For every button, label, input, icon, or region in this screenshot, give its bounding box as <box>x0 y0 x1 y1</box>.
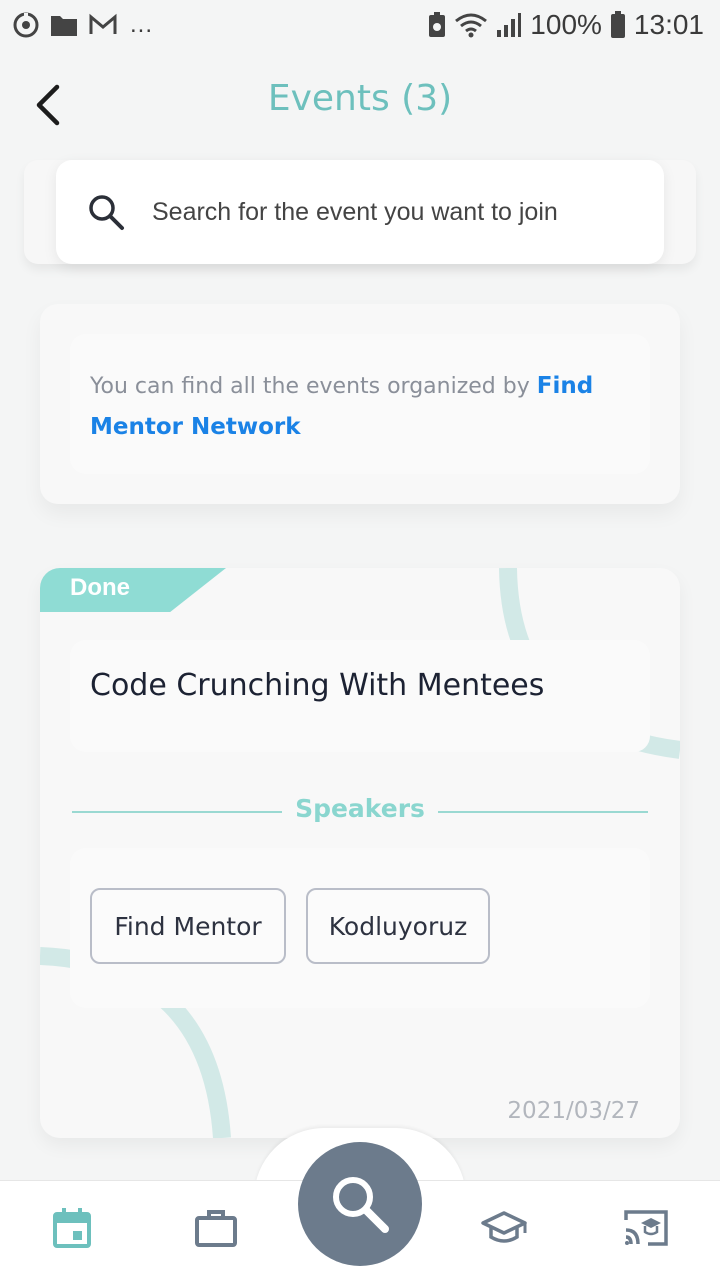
graduation-cap-icon <box>481 1211 527 1243</box>
calendar-icon <box>53 1208 91 1248</box>
event-title: Code Crunching With Mentees <box>90 668 545 703</box>
nav-search-button[interactable] <box>298 1142 422 1266</box>
battery-percent: 100% <box>530 9 602 40</box>
nav-events[interactable] <box>42 1200 102 1256</box>
search-input[interactable] <box>150 196 654 228</box>
more-notifications: ... <box>130 11 154 38</box>
cast-icon <box>624 1210 668 1246</box>
speakers-divider: Speakers <box>72 790 648 830</box>
event-card[interactable]: Done Code Crunching With Mentees Speaker… <box>40 568 680 1138</box>
storage-icon <box>428 12 446 38</box>
signal-icon <box>496 12 522 38</box>
status-bar: ... 100% 13:01 <box>0 0 720 50</box>
nav-jobs[interactable] <box>186 1200 246 1256</box>
search-icon <box>333 1177 389 1233</box>
battery-icon <box>610 11 626 39</box>
sync-icon <box>12 11 40 39</box>
speakers-list: Find Mentor Kodluyoruz <box>70 848 650 1008</box>
divider-line-right <box>438 811 648 813</box>
folder-icon <box>50 13 78 37</box>
speakers-heading: Speakers <box>295 794 425 823</box>
event-title-box: Code Crunching With Mentees <box>70 640 650 752</box>
info-inner: You can find all the events organized by… <box>70 334 650 474</box>
event-date: 2021/03/27 <box>507 1098 640 1124</box>
search-bar[interactable] <box>56 160 664 264</box>
page-title: Events (3) <box>267 78 453 119</box>
info-description: You can find all the events organized by <box>90 374 537 399</box>
wifi-icon <box>454 12 488 38</box>
briefcase-icon <box>195 1210 237 1247</box>
speaker-chip[interactable]: Kodluyoruz <box>306 888 490 964</box>
nav-live[interactable] <box>616 1200 676 1256</box>
nav-education[interactable] <box>474 1200 534 1256</box>
app-header: Events (3) <box>0 60 720 150</box>
speaker-chip[interactable]: Find Mentor <box>90 888 286 964</box>
gmail-icon <box>88 13 118 37</box>
info-card: You can find all the events organized by… <box>40 304 680 504</box>
info-text: You can find all the events organized by… <box>90 366 630 448</box>
search-container <box>24 160 696 264</box>
search-icon <box>86 192 126 232</box>
status-badge-label: Done <box>70 574 130 601</box>
clock: 13:01 <box>633 9 704 40</box>
